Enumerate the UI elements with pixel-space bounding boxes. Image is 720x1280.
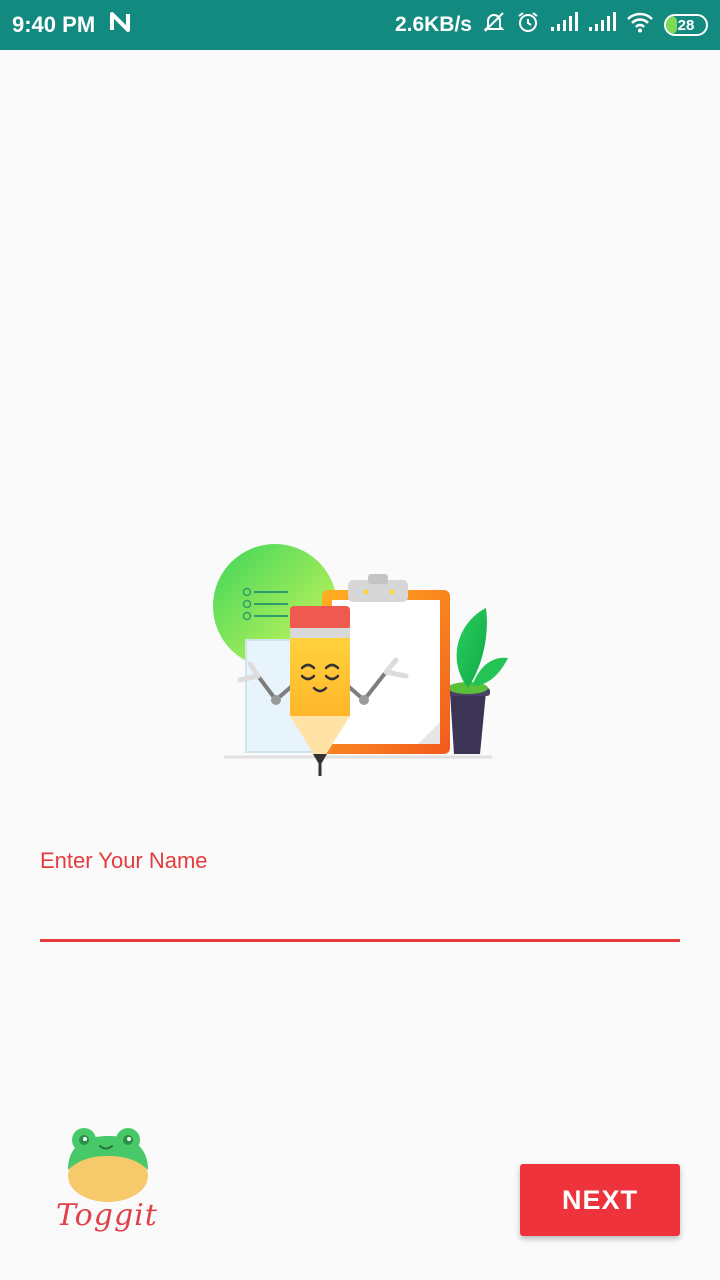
notifications-off-icon (482, 10, 506, 40)
next-button[interactable]: NEXT (520, 1164, 680, 1236)
name-field-label: Enter Your Name (40, 848, 208, 873)
n-notification-icon (109, 11, 131, 39)
pencil-clipboard-illustration (210, 540, 510, 790)
logo-wordmark: Toggit (56, 1198, 158, 1233)
battery-fill (666, 16, 678, 34)
app-screen: 9:40 PM 2.6KB/s 28 Enter Your Name Toggi… (0, 0, 720, 1280)
status-time: 9:40 PM (12, 12, 96, 37)
network-speed: 2.6KB/s (394, 13, 472, 36)
battery-icon: 28 (664, 14, 708, 36)
status-bar: 9:40 PM 2.6KB/s 28 (0, 0, 720, 50)
status-left: 9:40 PM (12, 11, 131, 39)
signal-icon (588, 12, 616, 38)
battery-level: 28 (677, 16, 695, 34)
status-right: 2.6KB/s 28 (395, 10, 708, 40)
signal-icon (550, 12, 578, 38)
wifi-icon (626, 11, 654, 39)
alarm-icon (516, 10, 540, 40)
name-input[interactable] (40, 882, 680, 942)
